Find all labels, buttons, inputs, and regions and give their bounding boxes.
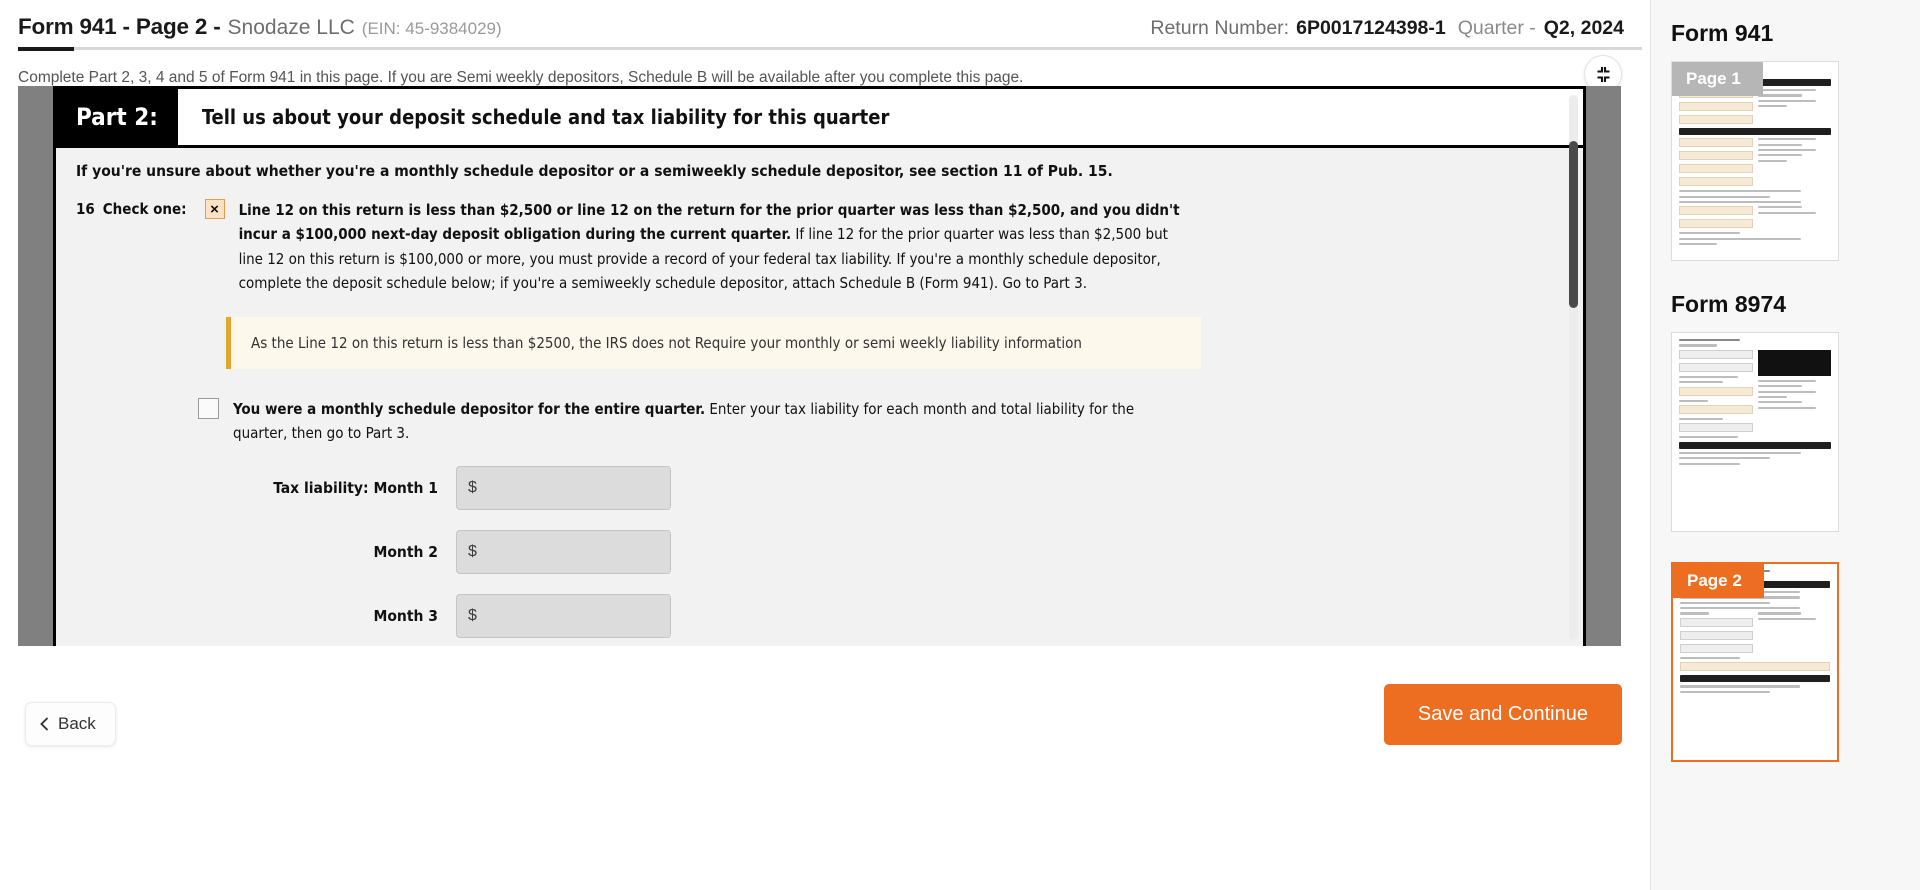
monthly-depositor-row: You were a monthly schedule depositor fo… [198, 397, 1563, 446]
sidebar-heading-form-941: Form 941 [1671, 20, 1774, 46]
form-right-margin [1583, 86, 1621, 646]
page-subtitle: Complete Part 2, 3, 4 and 5 of Form 941 … [18, 69, 1024, 86]
part2-header: Part 2: Tell us about your deposit sched… [56, 89, 1583, 148]
thumbnail-form-8974-preview [1672, 333, 1838, 531]
form-left-margin [18, 86, 56, 646]
month2-input[interactable]: $ [456, 529, 671, 574]
month1-currency-prefix: $ [468, 478, 477, 496]
save-and-continue-button[interactable]: Save and Continue [1383, 684, 1622, 745]
back-button[interactable]: Back [25, 702, 116, 746]
tax-liability-month1-row: Tax liability: Month 1 $ [76, 465, 1563, 510]
return-number-value: 6P0017124398-1 [1296, 17, 1446, 39]
form-scrollbar-thumb[interactable] [1569, 141, 1578, 308]
main-content: Form 941 - Page 2 - Snodaze LLC (EIN: 45… [0, 0, 1650, 890]
header-divider [18, 47, 1642, 50]
thumbnail-page-1-tag: Page 1 [1672, 62, 1763, 96]
month3-currency-prefix: $ [468, 606, 477, 624]
page-title: Form 941 - Page 2 - Snodaze LLC (EIN: 45… [18, 14, 502, 40]
monthly-depositor-bold: You were a monthly schedule depositor fo… [233, 400, 706, 419]
page-header: Form 941 - Page 2 - Snodaze LLC (EIN: 45… [0, 0, 1650, 58]
part2-tag: Part 2: [56, 89, 178, 145]
thumbnail-page-1[interactable]: Page 1 [1671, 61, 1839, 261]
quarter-value: Q2, 2024 [1543, 17, 1624, 39]
sidebar-heading-form-8974: Form 8974 [1671, 291, 1787, 317]
company-ein: (EIN: 45-9384029) [361, 19, 502, 38]
monthly-depositor-text: You were a monthly schedule depositor fo… [233, 397, 1173, 446]
page-title-text: Form 941 - Page 2 - [18, 14, 221, 39]
line-16-row: 16 Check one: × Line 12 on this return i… [76, 198, 1563, 295]
deposit-schedule-hint: If you're unsure about whether you're a … [76, 162, 1113, 180]
forms-sidebar[interactable]: Form 941 Page 1 Form 8974 Page 2 [1650, 0, 1920, 890]
form-footer: Back Save and Continue [0, 666, 1650, 890]
chevron-left-icon [40, 717, 49, 731]
form-viewport: Part 2: Tell us about your deposit sched… [18, 86, 1621, 646]
month3-label: Month 3 [373, 606, 438, 625]
month1-label: Tax liability: Month 1 [273, 478, 438, 497]
thumbnail-page-2-tag: Page 2 [1673, 564, 1764, 598]
line-16-checkbox-checked[interactable]: × [204, 199, 225, 219]
month1-input[interactable]: $ [456, 465, 671, 510]
line-16-label: Check one: [102, 200, 187, 218]
header-progress-indicator [18, 47, 74, 51]
quarter-label: Quarter - [1457, 17, 1536, 39]
form-body: If you're unsure about whether you're a … [56, 148, 1583, 638]
month2-label: Month 2 [373, 542, 438, 561]
company-name: Snodaze LLC [227, 16, 355, 39]
app-root: Form 941 - Page 2 - Snodaze LLC (EIN: 45… [0, 0, 1920, 890]
liability-notice-banner: As the Line 12 on this return is less th… [226, 317, 1201, 370]
month3-input[interactable]: $ [456, 593, 671, 638]
thumbnail-form-8974[interactable] [1671, 332, 1839, 532]
back-button-label: Back [58, 714, 96, 733]
return-number-label: Return Number: [1150, 17, 1290, 39]
form-page: Part 2: Tell us about your deposit sched… [56, 86, 1583, 646]
tax-liability-month2-row: Month 2 $ [76, 529, 1563, 574]
monthly-depositor-checkbox[interactable] [198, 398, 219, 420]
month2-currency-prefix: $ [468, 542, 477, 560]
return-meta: Return Number: 6P0017124398-1 Quarter - … [1150, 17, 1632, 40]
thumbnail-page-2[interactable]: Page 2 [1671, 562, 1839, 762]
header-title-row: Form 941 - Page 2 - Snodaze LLC (EIN: 45… [18, 14, 1632, 40]
tax-liability-month3-row: Month 3 $ [76, 593, 1563, 638]
part2-title: Tell us about your deposit schedule and … [201, 105, 890, 129]
line-16-number: 16 [76, 200, 95, 218]
line-16-text: Line 12 on this return is less than $2,5… [239, 198, 1194, 295]
compress-icon-glyph [1597, 66, 1609, 82]
